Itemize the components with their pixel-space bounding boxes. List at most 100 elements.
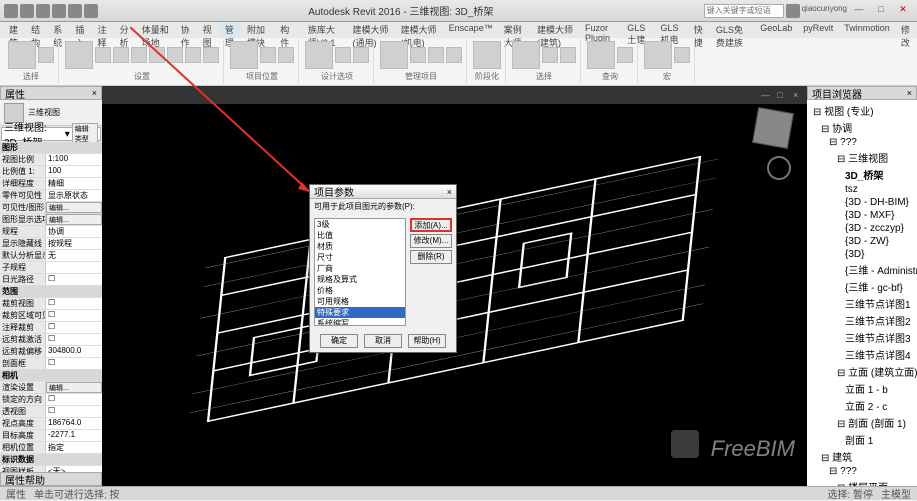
ok-button[interactable]: 确定 <box>320 334 358 348</box>
tab-建模大师(通用)[interactable]: 建模大师(通用) <box>348 22 395 38</box>
ribbon-cmd-icon[interactable] <box>38 47 54 63</box>
ribbon-cmd-icon[interactable] <box>203 47 219 63</box>
ribbon-cmd-icon[interactable] <box>305 41 333 69</box>
prop-group-header[interactable]: 范围 <box>0 286 102 298</box>
view-min-icon[interactable]: — <box>761 90 771 100</box>
prop-value[interactable]: 指定 <box>46 442 102 453</box>
tab-族库大师V3.1[interactable]: 族库大师V3.1 <box>303 22 347 38</box>
tab-GeoLab[interactable]: GeoLab <box>755 22 797 38</box>
tab-建筑[interactable]: 建筑 <box>4 22 25 38</box>
param-list-item[interactable]: 比值 <box>315 230 405 241</box>
ribbon-cmd-icon[interactable] <box>473 41 501 69</box>
prop-value[interactable]: 按规程 <box>46 238 102 249</box>
ribbon-cmd-icon[interactable] <box>674 47 690 63</box>
tree-item[interactable]: ⊟ 视图 (专业) <box>809 102 915 119</box>
prop-value[interactable]: ☐ <box>46 322 102 333</box>
browser-close-icon[interactable]: × <box>907 88 912 98</box>
project-tree[interactable]: ⊟ 视图 (专业)⊟ 协调⊟ ???⊟ 三维视图3D_桥架tsz{3D - DH… <box>807 100 917 486</box>
ribbon-cmd-icon[interactable] <box>8 41 36 69</box>
tab-插入[interactable]: 插入 <box>70 22 91 38</box>
prop-group-header[interactable]: 图形 <box>0 142 102 154</box>
tree-item[interactable]: ⊟ 楼层平面 <box>809 478 915 486</box>
tree-item[interactable]: ⊟ ??? <box>809 465 915 478</box>
tab-快捷[interactable]: 快捷 <box>689 22 710 38</box>
parameter-list[interactable]: 3级比值材质尺寸厂商规格及算式价格可用规格特殊要求系统缩写预制加工明细编号结构设… <box>314 218 406 326</box>
tab-系统[interactable]: 系统 <box>48 22 69 38</box>
tab-管理[interactable]: 管理 <box>220 22 241 38</box>
tree-item[interactable]: {3D - DH-BIM} <box>809 196 915 209</box>
prop-value[interactable]: ☐ <box>46 406 102 417</box>
ribbon-cmd-icon[interactable] <box>260 47 276 63</box>
prop-value[interactable]: 编辑... <box>46 202 102 213</box>
infocenter-icon[interactable] <box>786 4 800 18</box>
ribbon-cmd-icon[interactable] <box>542 47 558 63</box>
properties-instance-dropdown[interactable]: 三维视图: 3D_桥架 ▾ 编辑类型 <box>1 127 101 141</box>
tree-item[interactable]: {3D - zcczyp} <box>809 222 915 235</box>
dialog-close-icon[interactable]: × <box>447 187 452 197</box>
ribbon-cmd-icon[interactable] <box>230 41 258 69</box>
tab-结构[interactable]: 结构 <box>26 22 47 38</box>
prop-value[interactable]: 精细 <box>46 178 102 189</box>
prop-group-header[interactable]: 标识数据 <box>0 454 102 466</box>
tree-item[interactable]: 三维节点详图4 <box>809 346 915 363</box>
prop-value[interactable]: ☐ <box>46 310 102 321</box>
param-list-item[interactable]: 可用规格 <box>315 296 405 307</box>
tab-视图[interactable]: 视图 <box>198 22 219 38</box>
ribbon-cmd-icon[interactable] <box>644 41 672 69</box>
tree-item[interactable]: {3D} <box>809 248 915 261</box>
ribbon-cmd-icon[interactable] <box>587 41 615 69</box>
tree-item[interactable]: 立面 2 - c <box>809 397 915 414</box>
prop-value[interactable]: 编辑... <box>46 214 102 225</box>
prop-value[interactable]: 协调 <box>46 226 102 237</box>
prop-value[interactable]: 186764.0 <box>46 418 102 429</box>
ribbon-cmd-icon[interactable] <box>185 47 201 63</box>
properties-close-icon[interactable]: × <box>92 88 97 98</box>
qat-open-icon[interactable] <box>20 4 34 18</box>
view-close-icon[interactable]: × <box>793 90 803 100</box>
tree-item[interactable]: ⊟ ??? <box>809 136 915 149</box>
tab-Fuzor Plugin[interactable]: Fuzor Plugin <box>580 22 621 38</box>
tab-Enscape™[interactable]: Enscape™ <box>444 22 498 38</box>
prop-value[interactable]: 无 <box>46 250 102 261</box>
ribbon-cmd-icon[interactable] <box>446 47 462 63</box>
tab-建模大师(机电)[interactable]: 建模大师(机电) <box>396 22 443 38</box>
ribbon-cmd-icon[interactable] <box>278 47 294 63</box>
search-input[interactable] <box>704 4 784 18</box>
param-list-item[interactable]: 厂商 <box>315 263 405 274</box>
prop-value[interactable] <box>46 262 102 273</box>
user-label[interactable]: qiaocunyong <box>802 4 847 18</box>
viewcube[interactable] <box>752 107 794 149</box>
tree-item[interactable]: {3D - MXF} <box>809 209 915 222</box>
prop-value[interactable]: ☐ <box>46 274 102 285</box>
maximize-button[interactable]: □ <box>871 4 891 18</box>
delete-button[interactable]: 删除(R) <box>410 250 452 264</box>
tab-修改[interactable]: 修改 <box>896 22 917 38</box>
minimize-button[interactable]: — <box>849 4 869 18</box>
ribbon-cmd-icon[interactable] <box>167 47 183 63</box>
tab-Twinmotion[interactable]: Twinmotion <box>839 22 895 38</box>
qat-save-icon[interactable] <box>36 4 50 18</box>
ribbon-cmd-icon[interactable] <box>560 47 576 63</box>
tab-构件坞[interactable]: 构件坞 <box>275 22 302 38</box>
ribbon-cmd-icon[interactable] <box>353 47 369 63</box>
tree-item[interactable]: ⊟ 立面 (建筑立面) <box>809 363 915 380</box>
tree-item[interactable]: ⊟ 剖面 (剖面 1) <box>809 414 915 431</box>
tree-item[interactable]: 剖面 1 <box>809 431 915 448</box>
tab-pyRevit[interactable]: pyRevit <box>798 22 838 38</box>
ribbon-cmd-icon[interactable] <box>512 41 540 69</box>
app-icon[interactable] <box>4 4 18 18</box>
ribbon-cmd-icon[interactable] <box>131 47 147 63</box>
prop-value[interactable]: 304800.0 <box>46 346 102 357</box>
prop-value[interactable]: ☐ <box>46 298 102 309</box>
close-button[interactable]: ✕ <box>893 4 913 18</box>
ribbon-cmd-icon[interactable] <box>113 47 129 63</box>
tree-item[interactable]: 三维节点详图3 <box>809 329 915 346</box>
param-list-item[interactable]: 尺寸 <box>315 252 405 263</box>
tree-item[interactable]: 三维节点详图2 <box>809 312 915 329</box>
tab-分析[interactable]: 分析 <box>115 22 136 38</box>
ribbon-cmd-icon[interactable] <box>149 47 165 63</box>
prop-value[interactable]: ☐ <box>46 334 102 345</box>
prop-value[interactable]: ☐ <box>46 358 102 369</box>
param-list-item[interactable]: 3级 <box>315 219 405 230</box>
tree-item[interactable]: 三维节点详图1 <box>809 295 915 312</box>
